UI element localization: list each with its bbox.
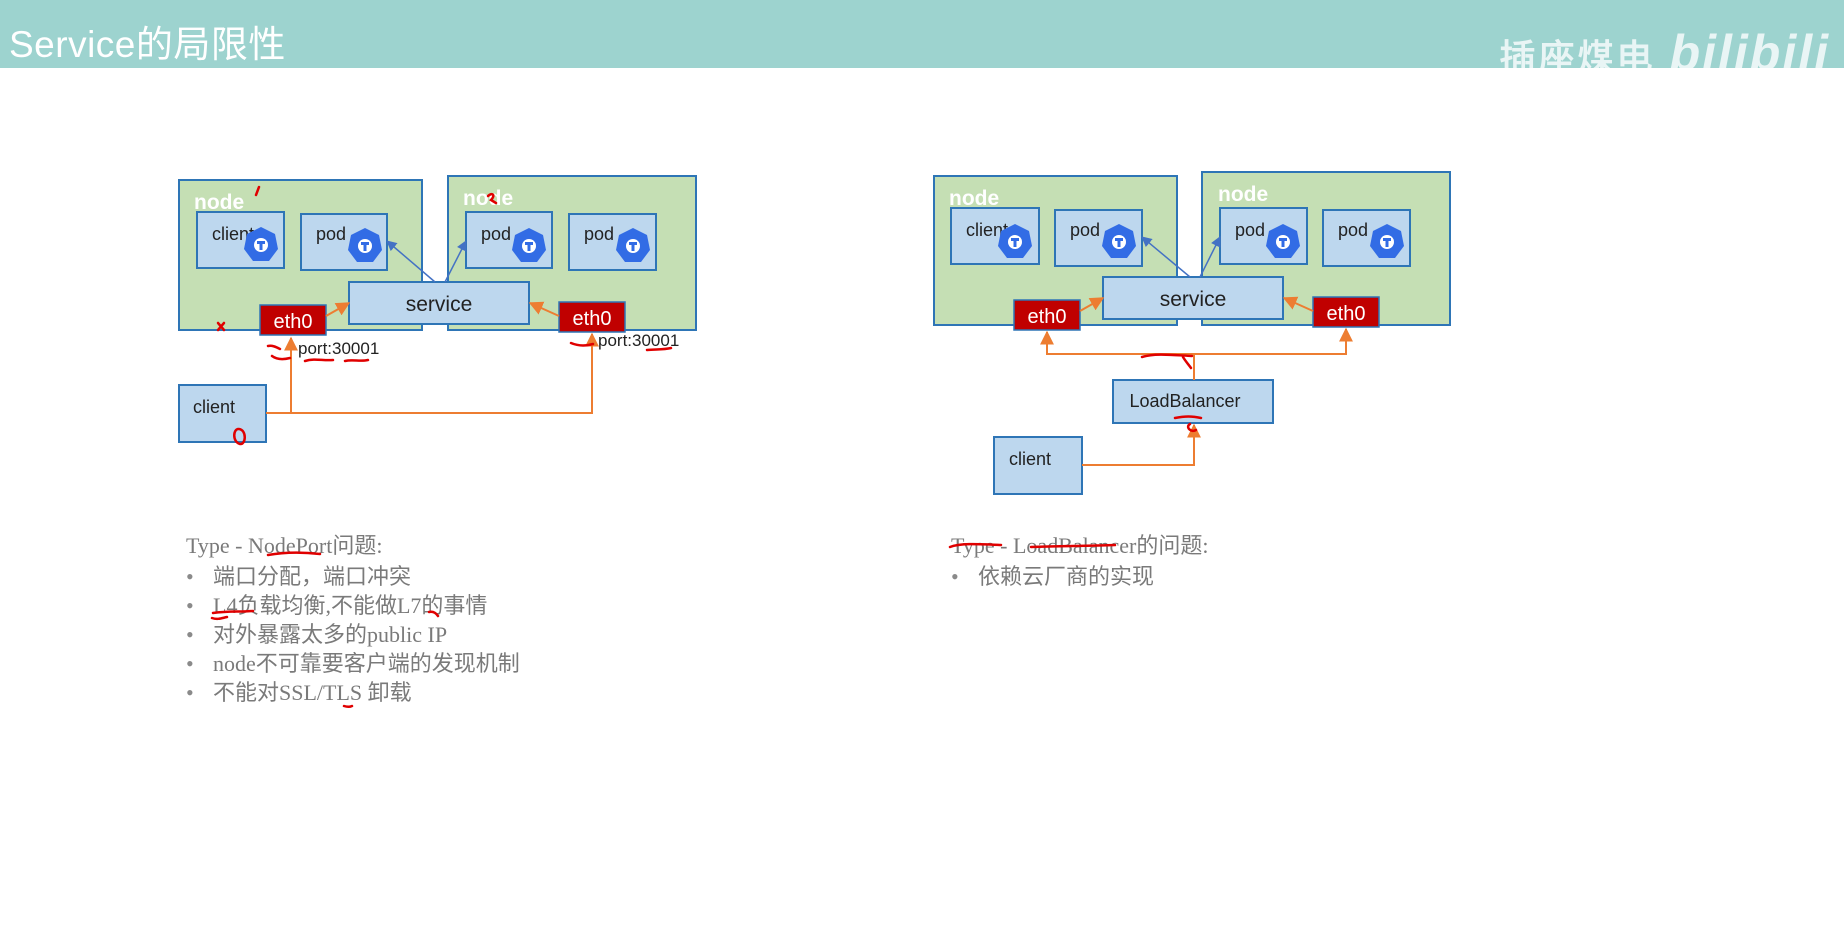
nodeport-diagram: node node client pod pod pod service eth… — [178, 175, 697, 443]
loadbalancer-label: LoadBalancer — [1129, 391, 1240, 411]
pod-label-2: pod — [1235, 220, 1265, 240]
eth0-right-label: eth0 — [573, 308, 612, 330]
port-right-label: port:30001 — [598, 331, 679, 350]
node1-label: node — [194, 191, 244, 214]
list-item: L4负载均衡,不能做L7的事情 — [186, 594, 520, 619]
eth0-right-label: eth0 — [1327, 303, 1366, 325]
list-item: 依赖云厂商的实现 — [951, 565, 1208, 590]
loadbalancer-notes-list: 依赖云厂商的实现 — [951, 565, 1208, 590]
loadbalancer-diagram: node node client pod pod pod service eth… — [933, 171, 1451, 495]
eth0-left-label: eth0 — [274, 311, 313, 333]
pod-label-1: pod — [1070, 220, 1100, 240]
service-label: service — [406, 293, 473, 316]
list-item: 对外暴露太多的public IP — [186, 623, 520, 648]
list-item: 不能对SSL/TLS 卸载 — [186, 681, 520, 706]
loadbalancer-notes: Type - LoadBalancer的问题: 依赖云厂商的实现 — [951, 528, 1208, 594]
nodeport-notes-heading: Type - NodePort问题: — [186, 533, 383, 558]
external-client-label: client — [1009, 449, 1051, 469]
port-left-label: port:30001 — [298, 339, 379, 358]
diagram-canvas: node node client pod pod pod service eth… — [178, 171, 1451, 495]
eth0-left-label: eth0 — [1028, 306, 1067, 328]
node2-label: node — [463, 187, 513, 210]
node2-label: node — [1218, 183, 1268, 206]
node1-label: node — [949, 187, 999, 210]
client-to-loadbalancer-path — [1082, 423, 1201, 466]
service-label: service — [1160, 288, 1227, 311]
nodeport-notes-list: 端口分配，端口冲突 L4负载均衡,不能做L7的事情 对外暴露太多的public … — [186, 565, 520, 706]
loadbalancer-to-eth0-path — [1194, 327, 1353, 355]
pod-label-2: pod — [481, 224, 511, 244]
loadbalancer-notes-heading: Type - LoadBalancer的问题: — [951, 533, 1209, 558]
list-item: node不可靠要客户端的发现机制 — [186, 652, 520, 677]
pod-label-1: pod — [316, 224, 346, 244]
external-client-label: client — [193, 397, 235, 417]
pod-label-3: pod — [584, 224, 614, 244]
nodeport-notes: Type - NodePort问题: 端口分配，端口冲突 L4负载均衡,不能做L… — [186, 528, 520, 710]
list-item: 端口分配，端口冲突 — [186, 565, 520, 590]
pod-label-3: pod — [1338, 220, 1368, 240]
loadbalancer-to-eth0-path — [1040, 330, 1195, 380]
